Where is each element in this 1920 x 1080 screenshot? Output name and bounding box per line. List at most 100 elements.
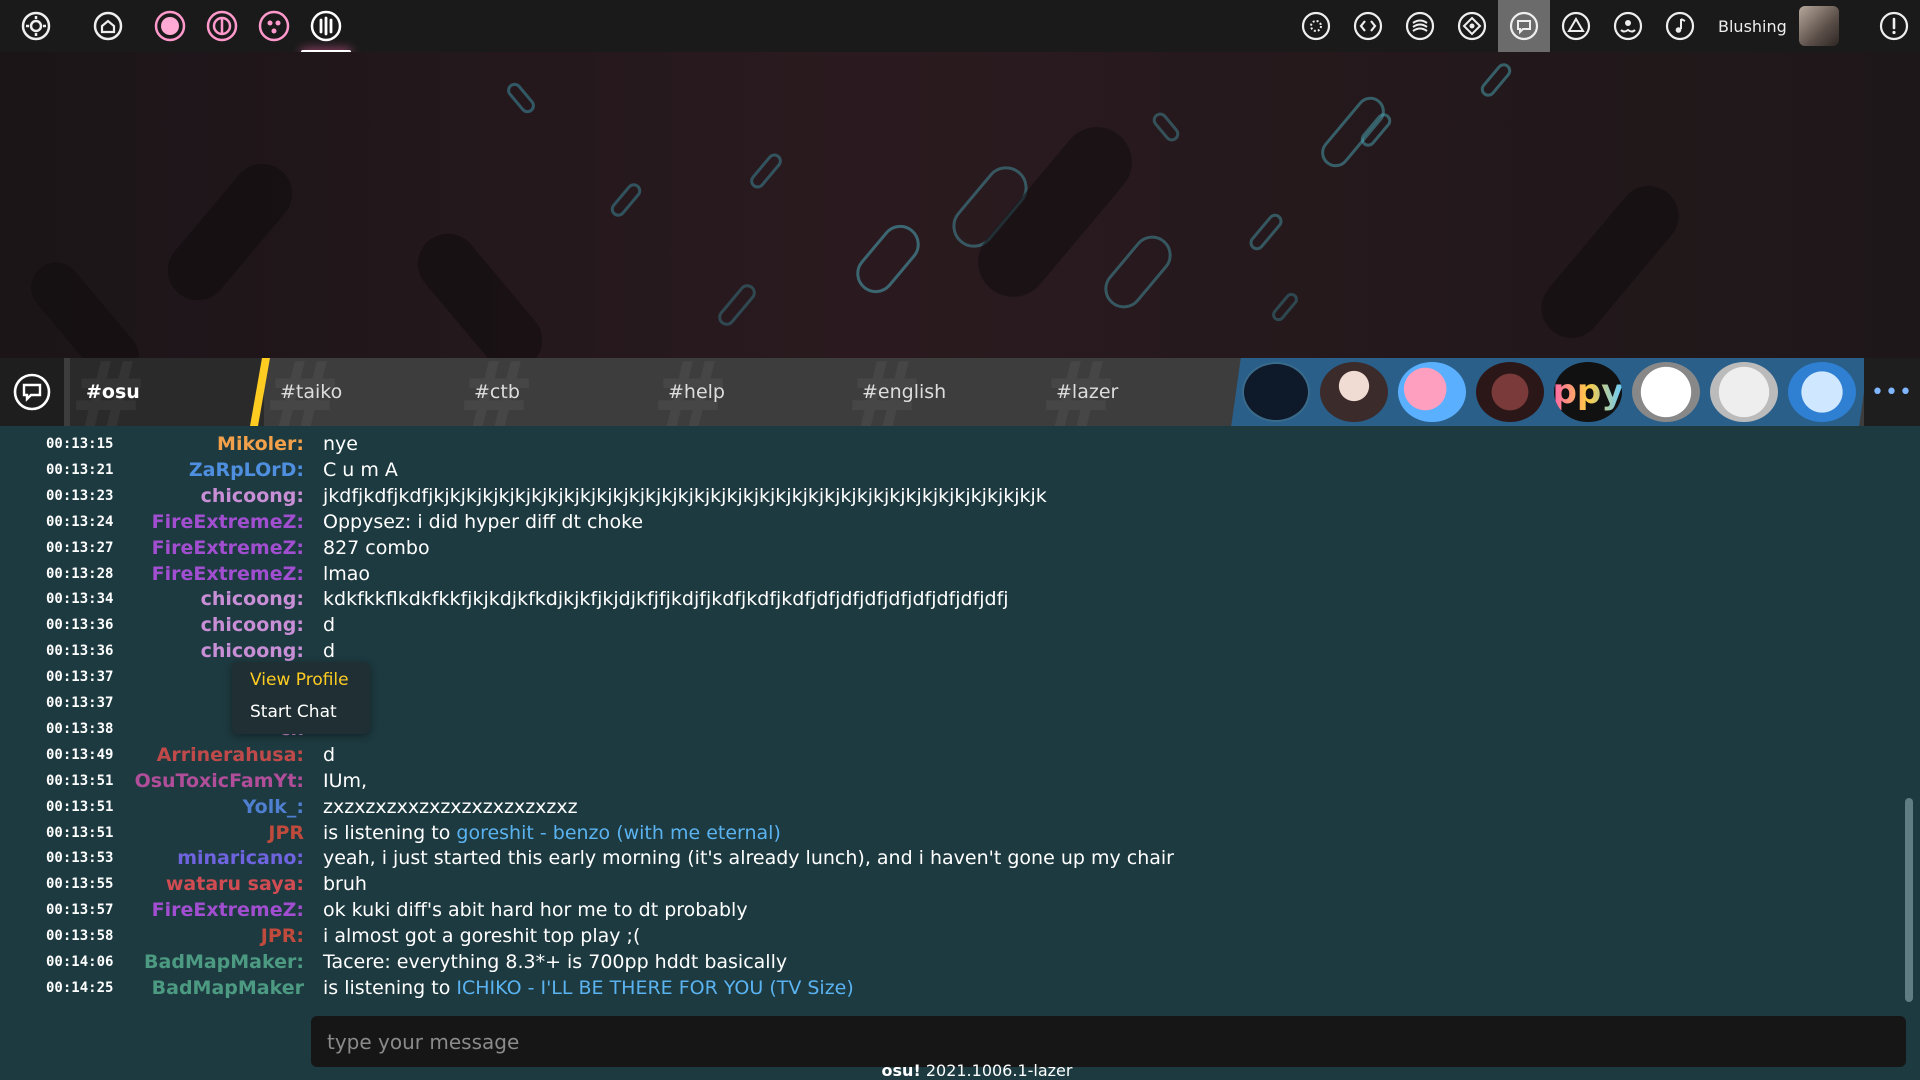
message-username[interactable]: JPR [268, 820, 304, 846]
message-input[interactable] [327, 1029, 1906, 1054]
message-text: i almost got a goreshit top play ;( [323, 923, 640, 949]
message-username[interactable]: wataru saya: [166, 871, 304, 897]
social-button[interactable] [1550, 0, 1602, 52]
message-body: ok kuki diff's abit hard hor me to dt pr… [323, 899, 748, 922]
tab-label: #help [668, 381, 725, 403]
ruleset-catch-icon [258, 10, 290, 42]
tab-taiko[interactable]: # #taiko [264, 358, 458, 426]
message-timestamp: 00:13:37 [46, 669, 114, 686]
message-body: IUm, [323, 769, 368, 792]
rankings-button[interactable] [1394, 0, 1446, 52]
message-body: bruh [323, 873, 367, 896]
message-username[interactable]: JPR: [261, 923, 304, 949]
message-text: lmao [323, 561, 370, 587]
message-username[interactable]: FireExtremeZ: [152, 509, 304, 535]
song-link[interactable]: ICHIKO - I'LL BE THERE FOR YOU (TV Size) [456, 977, 853, 999]
tab-lazer[interactable]: # #lazer [1040, 358, 1234, 426]
message-username[interactable]: FireExtremeZ: [152, 535, 304, 561]
more-channels-button[interactable]: ••• [1864, 358, 1920, 426]
ruleset-taiko-button[interactable] [196, 0, 248, 52]
brand-label: osu! [881, 1061, 921, 1080]
message-timestamp: 00:13:51 [46, 824, 114, 841]
news-button[interactable] [1290, 0, 1342, 52]
dashboard-button[interactable] [1602, 0, 1654, 52]
chat-message-row: 00:13:23 chicoong: jkdfjkdfjkdfjkjkjkjkjkj… [0, 483, 1900, 509]
ruleset-osu-button[interactable] [144, 0, 196, 52]
changelog-button[interactable] [1342, 0, 1394, 52]
pm-avatar[interactable] [1632, 362, 1700, 422]
chat-icon [13, 373, 51, 411]
message-body: jkdfjkdfjkdfjkjkjkjkjkjkjkjkjkjkjkjkjkjk… [323, 484, 1047, 507]
pm-avatar[interactable] [1242, 362, 1310, 422]
message-username[interactable]: ZaRpLOrD: [189, 457, 304, 483]
view-profile-menu-item[interactable]: View Profile [250, 670, 349, 690]
chat-toggle-button[interactable] [1498, 0, 1550, 52]
settings-button[interactable] [10, 0, 62, 52]
user-button[interactable]: Blushing [1718, 0, 1839, 52]
notifications-button[interactable] [1868, 0, 1920, 52]
tab-help[interactable]: # #help [652, 358, 846, 426]
version-label: 2021.1006.1-lazer [925, 1061, 1073, 1080]
chat-message-row: 00:13:27 FireExtremeZ: 827 combo [0, 535, 1900, 561]
channel-tab-bar: # #osu # #taiko # #ctb # #help # #englis… [0, 358, 1920, 426]
pm-avatar-slowpoke[interactable] [1398, 362, 1466, 422]
ruleset-taiko-icon [206, 10, 238, 42]
message-username[interactable]: OsuToxicFamYt: [135, 768, 304, 794]
message-text: d [323, 612, 335, 638]
message-input-box [311, 1016, 1906, 1067]
message-username[interactable]: FireExtremeZ: [152, 897, 304, 923]
start-chat-menu-item[interactable]: Start Chat [250, 702, 337, 722]
pm-avatar-ppy[interactable]: ppy [1554, 362, 1622, 422]
song-link[interactable]: goreshit - benzo (with me eternal) [456, 822, 780, 844]
message-username[interactable]: FireExtremeZ: [152, 561, 304, 587]
beatmap-listing-button[interactable] [1446, 0, 1498, 52]
message-username[interactable]: BadMapMaker: [144, 949, 304, 975]
message-username[interactable]: chicoong: [201, 483, 304, 509]
menu-background [0, 52, 1920, 358]
chat-message-row: 00:13:51 OsuToxicFamYt: IUm, [0, 768, 1900, 794]
tab-label: #ctb [474, 381, 520, 403]
message-username[interactable]: Mikoler: [217, 431, 304, 457]
ruleset-catch-button[interactable] [248, 0, 300, 52]
message-timestamp: 00:13:58 [46, 928, 114, 945]
tab-label: #english [862, 381, 947, 403]
pm-avatar[interactable] [1476, 362, 1544, 422]
message-text: nye [323, 431, 358, 457]
now-playing-button[interactable] [1654, 0, 1706, 52]
tab-osu[interactable]: # #osu [70, 358, 264, 426]
rankings-icon [1405, 11, 1435, 41]
message-text: is listening to goreshit - benzo (with m… [323, 820, 781, 846]
scrollbar[interactable] [1905, 798, 1913, 1002]
chat-message-row: 00:13:24 FireExtremeZ: Oppysez: i did hype… [0, 509, 1900, 535]
tab-ctb[interactable]: # #ctb [458, 358, 652, 426]
message-timestamp: 00:13:49 [46, 746, 114, 763]
message-body: lmao [323, 562, 371, 585]
message-timestamp: 00:13:51 [46, 772, 114, 789]
message-timestamp: 00:13:27 [46, 539, 114, 556]
message-timestamp: 00:13:34 [46, 591, 114, 608]
pm-avatar[interactable] [1320, 362, 1388, 422]
message-username[interactable]: minaricano: [177, 845, 304, 871]
message-username[interactable]: BadMapMaker [152, 975, 304, 1001]
home-button[interactable] [82, 0, 134, 52]
tab-english[interactable]: # #english [846, 358, 1040, 426]
ruleset-osu-icon [154, 10, 186, 42]
pm-avatar[interactable] [1710, 362, 1778, 422]
message-body: is listening to [323, 976, 457, 999]
news-icon [1301, 11, 1331, 41]
message-timestamp: 00:13:38 [46, 720, 114, 737]
home-icon [93, 11, 123, 41]
pm-avatar[interactable] [1788, 362, 1856, 422]
message-body: Oppysez: i did hyper diff dt choke [323, 510, 644, 533]
message-username[interactable]: chicoong: [201, 586, 304, 612]
message-text: kdkfkkflkdkfkkfjkjkdjkfkdjkjkfjkjdjkfjfj… [323, 586, 1009, 612]
message-username[interactable]: chicoong: [201, 638, 304, 664]
message-username[interactable]: Arrinerahusa: [157, 742, 304, 768]
channel-selector-button[interactable] [0, 358, 64, 426]
ruleset-mania-button[interactable] [300, 0, 352, 52]
message-username[interactable]: Yolk_: [243, 794, 304, 820]
message-text: 827 combo [323, 535, 430, 561]
chat-message-row: 00:13:36 chicoong: d [0, 612, 1900, 638]
message-username[interactable]: chicoong: [201, 612, 304, 638]
message-timestamp: 00:13:28 [46, 565, 114, 582]
